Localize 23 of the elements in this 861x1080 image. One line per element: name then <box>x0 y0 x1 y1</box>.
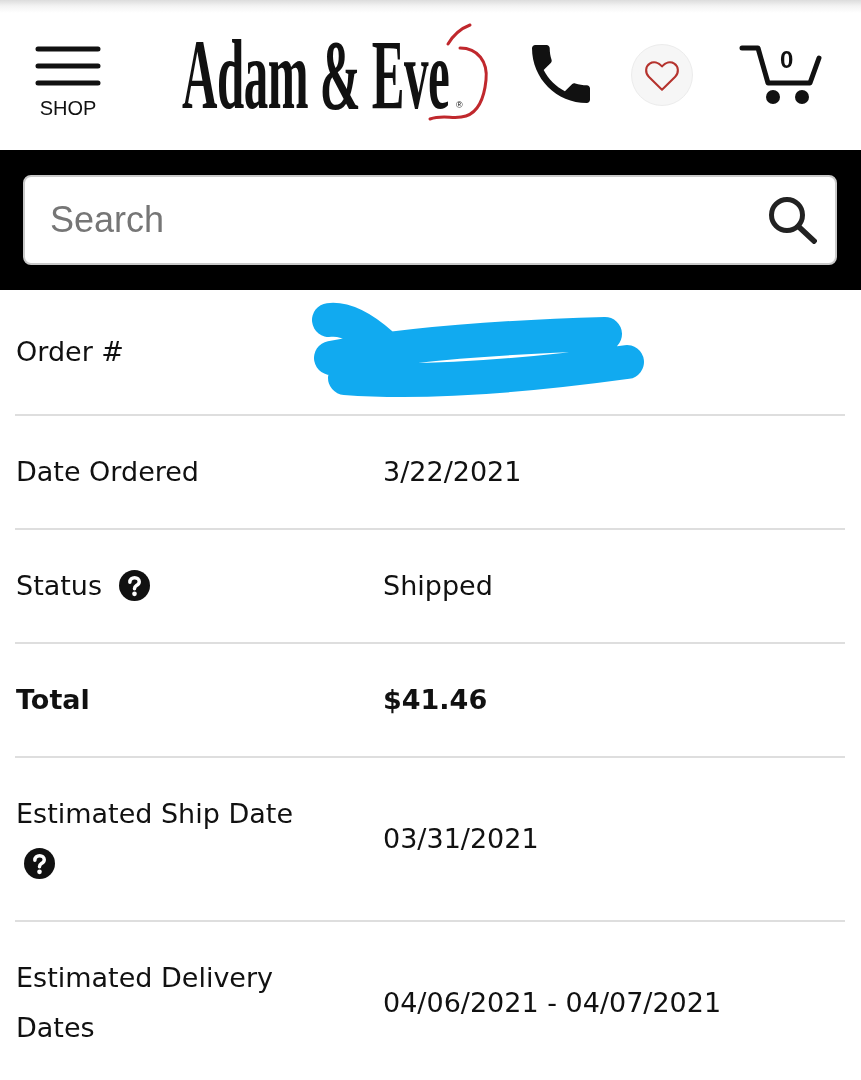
detail-value: 03/31/2021 <box>383 822 539 856</box>
detail-label: Total <box>16 684 90 715</box>
detail-label: Order # <box>16 336 124 367</box>
call-button[interactable] <box>531 45 591 103</box>
cart-icon <box>739 45 823 105</box>
logo-link[interactable]: Adam & Eve® <box>182 25 492 137</box>
detail-label: Estimated Ship Date <box>16 798 293 829</box>
help-icon[interactable] <box>118 569 150 601</box>
search-field[interactable]: Search <box>23 175 837 265</box>
cart-button[interactable]: 0 <box>739 45 823 105</box>
detail-label: Status <box>16 570 103 601</box>
search-icon[interactable] <box>767 196 817 244</box>
detail-value: 04/06/2021 - 04/07/2021 <box>383 986 722 1020</box>
menu-icon <box>35 45 101 87</box>
detail-label: Date Ordered <box>16 456 199 487</box>
heart-icon <box>644 58 680 92</box>
help-icon[interactable] <box>24 847 55 879</box>
menu-button[interactable]: SHOP <box>35 45 101 120</box>
detail-value: 3/22/2021 <box>383 455 522 489</box>
detail-value: Shipped <box>383 569 493 603</box>
phone-icon <box>531 45 591 103</box>
detail-value: $41.46 <box>383 683 488 717</box>
detail-label: Estimated Delivery Dates <box>16 962 274 1043</box>
